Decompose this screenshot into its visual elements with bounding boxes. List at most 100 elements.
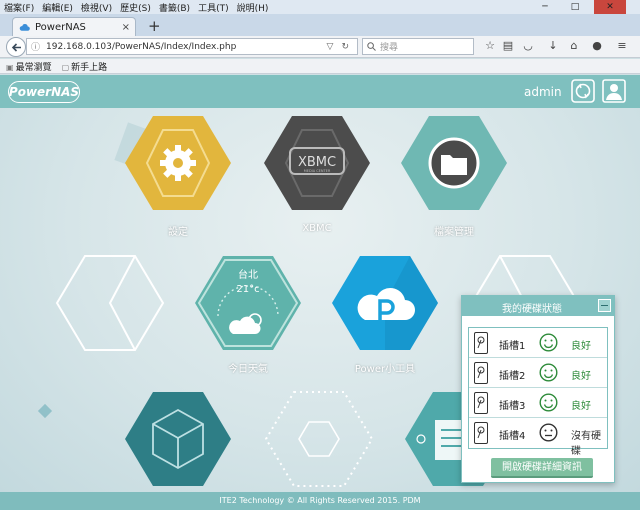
- arrow-left-icon: [11, 42, 21, 52]
- weather-city: 台北: [238, 270, 258, 281]
- weather-tile[interactable]: 台北 21°c: [193, 254, 303, 352]
- disk-slot-label: 插槽2: [499, 371, 526, 382]
- disk-list: 插槽1 良好 插槽2 良好 插槽3 良好 插槽4 沒有硬碟: [468, 327, 608, 457]
- disk-row: 插槽2 良好: [469, 358, 607, 388]
- power-tools-tile[interactable]: [330, 254, 440, 352]
- minimize-button[interactable]: ─: [534, 0, 556, 14]
- user-profile-icon[interactable]: [602, 79, 626, 103]
- settings-label: 設定: [168, 227, 188, 238]
- hard-disk-icon: [474, 422, 488, 444]
- navigation-bar: ⓘ 192.168.0.103/PowerNAS/Index/Index.php…: [0, 36, 640, 58]
- file-manager-hexagon: [401, 116, 507, 210]
- disk-row: 插槽4 沒有硬碟: [469, 418, 607, 457]
- disk-status-panel: 我的硬碟狀態 插槽1 良好 插槽2 良好 插槽3 良好 插槽4 沒有硬碟 開啟硬碟詳細資訊: [461, 295, 615, 483]
- power-tools-label: Power小工具: [354, 364, 416, 375]
- smiley-face-icon: [539, 333, 558, 352]
- bookmarks-bar: ▣ 最常瀏覽 ▢ 新手上路: [0, 59, 640, 74]
- tab-close-icon[interactable]: ×: [122, 22, 130, 33]
- hard-disk-icon: [474, 392, 488, 414]
- folder-icon: [441, 155, 467, 175]
- site-info-icon[interactable]: ⓘ: [31, 40, 40, 53]
- cube-app-hexagon: [125, 392, 231, 486]
- hamburger-menu-icon[interactable]: ≡: [614, 39, 630, 52]
- menu-view[interactable]: 檢視(V): [81, 1, 112, 14]
- window-controls: ─ □ ✕: [534, 0, 634, 14]
- download-icon[interactable]: ↓: [545, 39, 561, 52]
- minimize-panel-button[interactable]: [598, 299, 611, 312]
- add-app-tile[interactable]: [264, 390, 374, 488]
- bookmark-most-visited[interactable]: ▣ 最常瀏覽: [6, 60, 52, 73]
- disk-status-text: 良好: [571, 401, 591, 412]
- bookmark-getting-started[interactable]: ▢ 新手上路: [62, 60, 108, 73]
- background-cube: [37, 403, 53, 419]
- disk-slot-label: 插槽4: [499, 431, 526, 442]
- maximize-button[interactable]: □: [564, 0, 586, 14]
- username[interactable]: admin: [524, 85, 562, 99]
- xbmc-tile[interactable]: XBMC MEDIA CENTER: [262, 114, 372, 212]
- disk-status-text: 良好: [571, 371, 591, 382]
- xbmc-label: XBMC: [302, 223, 332, 234]
- settings-tile[interactable]: [123, 114, 233, 212]
- powernas-logo[interactable]: PowerNAS: [8, 81, 80, 103]
- weather-label: 今日天氣: [228, 364, 268, 375]
- search-box[interactable]: 搜尋: [362, 38, 474, 55]
- disk-slot-label: 插槽1: [499, 341, 526, 352]
- panel-header: 我的硬碟狀態: [462, 296, 614, 316]
- url-text: 192.168.0.103/PowerNAS/Index/Index.php: [46, 41, 237, 52]
- hard-disk-icon: [474, 332, 488, 354]
- neutral-face-icon: [539, 423, 558, 442]
- search-icon: [367, 42, 376, 51]
- file-manager-label: 檔案管理: [434, 227, 474, 238]
- dotted-hexagon: [264, 391, 374, 487]
- panel-title: 我的硬碟狀態: [502, 304, 562, 315]
- bookmark-icon: ▣: [6, 62, 14, 72]
- cloud-icon: [19, 23, 30, 31]
- pocket-icon[interactable]: ◡: [520, 39, 536, 52]
- address-bar[interactable]: ⓘ 192.168.0.103/PowerNAS/Index/Index.php…: [26, 38, 358, 55]
- disk-row: 插槽3 良好: [469, 388, 607, 418]
- menu-history[interactable]: 歷史(S): [120, 1, 151, 14]
- disk-slot-label: 插槽3: [499, 401, 526, 412]
- search-placeholder: 搜尋: [380, 43, 399, 53]
- tab-title: PowerNAS: [35, 21, 86, 33]
- cube-outline-hexagon: [55, 255, 165, 351]
- open-disk-details-button[interactable]: 開啟硬碟詳細資訊: [491, 458, 593, 478]
- menu-edit[interactable]: 編輯(E): [42, 1, 73, 14]
- reading-list-icon[interactable]: ▤: [500, 39, 516, 52]
- hexagon-outline-icon: [298, 421, 340, 457]
- xbmc-logo-text: XBMC: [298, 155, 336, 170]
- disk-row: 插槽1 良好: [469, 328, 607, 358]
- bookmark-star-icon[interactable]: ☆: [482, 39, 498, 52]
- home-icon[interactable]: ⌂: [566, 39, 582, 52]
- weather-temperature: 21°c: [236, 284, 260, 295]
- file-manager-tile[interactable]: [399, 114, 509, 212]
- footer: ITE2 Technology © All Rights Reserved 20…: [0, 492, 640, 510]
- menu-tools[interactable]: 工具(T): [198, 1, 229, 14]
- app-header: PowerNAS admin: [0, 75, 640, 108]
- window-close-button[interactable]: ✕: [594, 0, 626, 14]
- power-tools-hexagon: [332, 256, 438, 350]
- disk-status-text: 沒有硬碟: [571, 431, 601, 457]
- empty-slot-tile[interactable]: [55, 254, 165, 352]
- smiley-face-icon: [539, 393, 558, 412]
- back-button[interactable]: [6, 37, 26, 57]
- settings-hexagon: [125, 116, 231, 210]
- hard-disk-icon: [474, 362, 488, 384]
- cube-app-tile[interactable]: [123, 390, 233, 488]
- tab-strip: PowerNAS × +: [0, 14, 640, 36]
- new-tab-button[interactable]: +: [148, 17, 161, 35]
- menu-bookmarks[interactable]: 書籤(B): [159, 1, 190, 14]
- menu-help[interactable]: 說明(H): [237, 1, 269, 14]
- dropdown-icon[interactable]: ▽: [327, 42, 334, 52]
- browser-tab[interactable]: PowerNAS ×: [12, 17, 136, 36]
- xbmc-logo-subtext: MEDIA CENTER: [304, 169, 331, 173]
- bookmark-icon: ▢: [61, 62, 70, 72]
- xbmc-hexagon: XBMC MEDIA CENTER: [264, 116, 370, 210]
- chat-icon[interactable]: ●: [589, 39, 605, 52]
- refresh-globe-icon[interactable]: [571, 79, 595, 103]
- disk-status-text: 良好: [571, 341, 591, 352]
- smiley-face-icon: [539, 363, 558, 382]
- menu-file[interactable]: 檔案(F): [4, 1, 34, 14]
- reload-icon[interactable]: ↻: [341, 42, 349, 52]
- browser-menu-bar: 檔案(F) 編輯(E) 檢視(V) 歷史(S) 書籤(B) 工具(T) 說明(H…: [0, 0, 640, 14]
